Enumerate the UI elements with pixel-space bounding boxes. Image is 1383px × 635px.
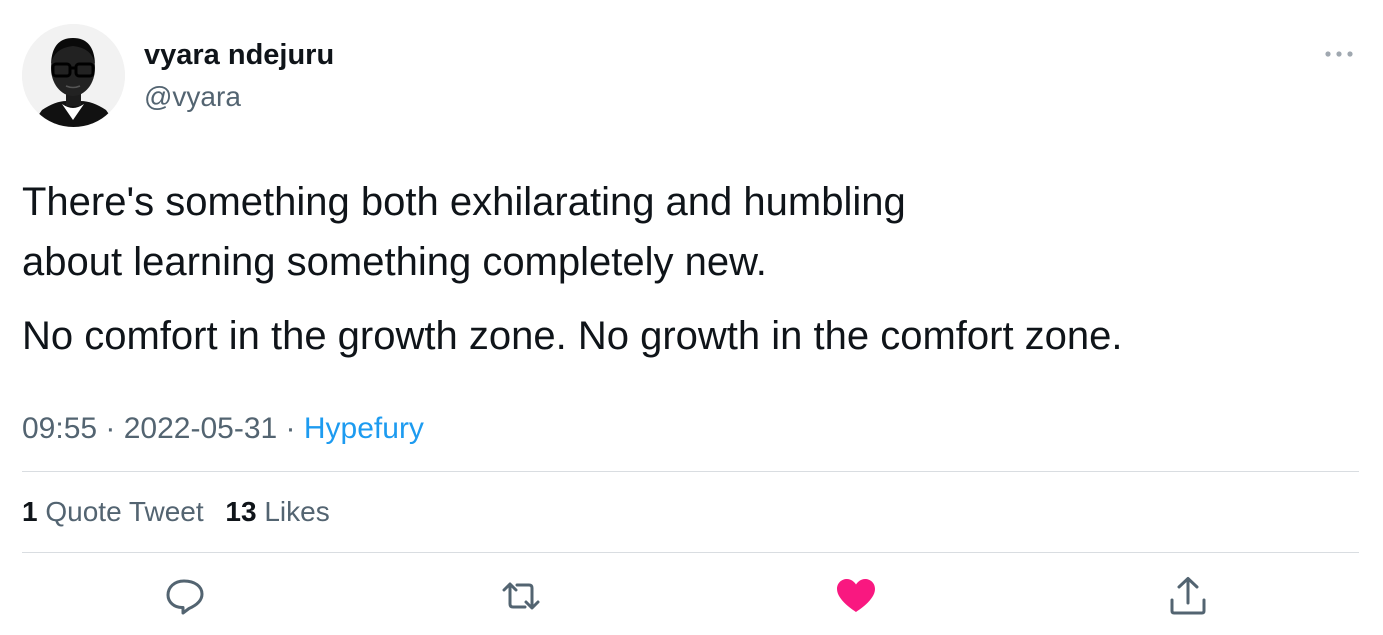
retweet-button[interactable]	[499, 574, 543, 618]
quote-count: 1	[22, 496, 38, 527]
avatar[interactable]	[22, 24, 125, 127]
more-options-button[interactable]	[1322, 44, 1356, 64]
share-icon	[1170, 577, 1206, 615]
tweet-stats: 1 Quote Tweet 13 Likes	[22, 492, 344, 532]
tweet-paragraph: There's something both exhilarating and …	[22, 180, 906, 284]
tweet-source-link[interactable]: Hypefury	[304, 412, 424, 445]
meta-separator: ·	[277, 412, 304, 445]
tweet-time[interactable]: 09:55	[22, 412, 97, 445]
meta-separator: ·	[97, 412, 124, 445]
profile-photo	[22, 24, 125, 127]
reply-icon	[166, 579, 204, 615]
quote-tweets-stat[interactable]: 1 Quote Tweet	[22, 496, 204, 527]
author-name[interactable]: vyara ndejuru	[144, 38, 334, 72]
share-button[interactable]	[1166, 574, 1210, 618]
more-horizontal-icon	[1325, 51, 1353, 57]
tweet-date[interactable]: 2022-05-31	[124, 412, 277, 445]
tweet-paragraph: No comfort in the growth zone. No growth…	[22, 314, 1123, 358]
like-button[interactable]	[834, 574, 878, 618]
likes-stat[interactable]: 13 Likes	[225, 496, 329, 527]
retweet-icon	[502, 582, 540, 610]
like-label: Likes	[264, 496, 330, 527]
divider	[22, 471, 1359, 472]
tweet-text: There's something both exhilarating and …	[22, 172, 1342, 366]
reply-button[interactable]	[163, 574, 207, 618]
author-handle[interactable]: @vyara	[144, 80, 241, 114]
like-count: 13	[225, 496, 257, 527]
like-icon	[837, 579, 875, 612]
tweet-meta: 09:55 · 2022-05-31 · Hypefury	[22, 409, 424, 449]
divider	[22, 552, 1359, 553]
tweet-card: vyara ndejuru @vyara There's something b…	[0, 0, 1383, 635]
quote-label: Quote Tweet	[45, 496, 204, 527]
